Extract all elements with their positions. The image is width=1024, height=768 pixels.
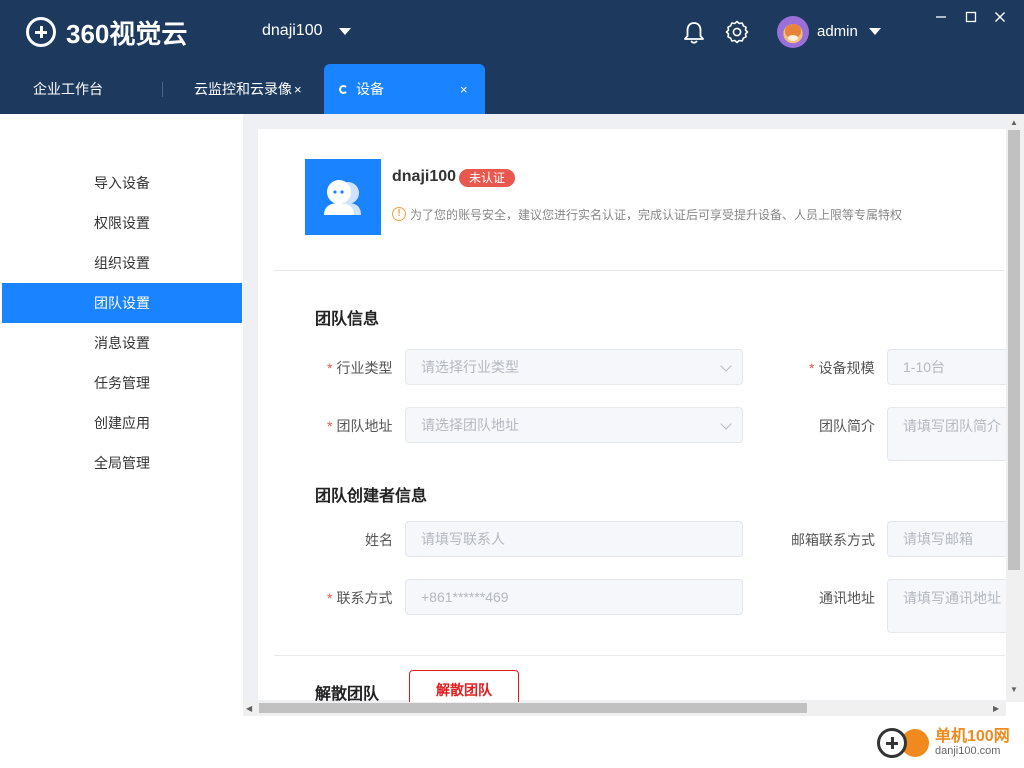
user-name[interactable]: admin: [817, 23, 858, 40]
maximize-button[interactable]: [962, 8, 980, 26]
gear-icon[interactable]: [725, 20, 749, 44]
scale-label: * 设备规模: [809, 360, 875, 376]
org-name: dnaji100: [262, 22, 323, 39]
sidebar-item-global[interactable]: 全局管理: [2, 443, 242, 483]
tab-workbench[interactable]: 企业工作台: [33, 64, 103, 114]
close-icon: [995, 12, 1005, 22]
sidebar-item-label: 全局管理: [94, 455, 150, 471]
user-avatar[interactable]: [777, 16, 809, 48]
email-label: 邮箱联系方式: [791, 532, 875, 548]
intro-textarea[interactable]: 请填写团队简介: [887, 407, 1017, 461]
sidebar-item-label: 导入设备: [94, 175, 150, 191]
title-bar: 360视觉云 dnaji100 admin: [0, 0, 1024, 64]
sidebar-item-label: 权限设置: [94, 215, 150, 231]
industry-label: * 行业类型: [327, 360, 393, 376]
scroll-left-arrow-icon[interactable]: ◀: [246, 704, 252, 713]
section-title-creator-info: 团队创建者信息: [315, 488, 428, 505]
tab-cloud-monitor[interactable]: 云监控和云录像 ×: [194, 64, 302, 114]
tab-close-icon[interactable]: ×: [294, 82, 302, 97]
tab-devices[interactable]: 设备 ×: [324, 64, 485, 114]
verify-tip: 为了您的账号安全，建议您进行实名认证，完成认证后可享受提升设备、人员上限等专属特…: [410, 208, 903, 222]
sidebar-item-tasks[interactable]: 任务管理: [2, 363, 242, 403]
industry-select[interactable]: 请选择行业类型: [405, 349, 743, 385]
sidebar-item-team-settings[interactable]: 团队设置: [2, 283, 242, 323]
team-avatar: [305, 159, 381, 235]
phone-label: * 联系方式: [327, 590, 393, 606]
sidebar-item-label: 创建应用: [94, 415, 150, 431]
watermark-site-name: 单机100网: [935, 727, 1010, 745]
mail-address-label: 通讯地址: [819, 590, 875, 606]
warning-icon: !: [392, 207, 406, 221]
chevron-down-icon: [720, 418, 732, 430]
close-window-button[interactable]: [991, 8, 1009, 26]
sidebar-item-label: 组织设置: [94, 255, 150, 271]
chevron-down-icon: [720, 360, 732, 372]
tab-label: 企业工作台: [33, 81, 103, 97]
divider: [274, 270, 1005, 271]
team-name: dnaji100: [392, 168, 457, 185]
maximize-icon: [965, 11, 977, 23]
minimize-button[interactable]: [932, 8, 950, 26]
status-badge: 未认证: [459, 169, 516, 187]
scale-select[interactable]: 1-10台: [887, 349, 1017, 385]
tab-label: 设备: [356, 81, 384, 97]
email-input[interactable]: 请填写邮箱: [887, 521, 1017, 557]
team-icon: [324, 180, 361, 215]
tab-bar: 企业工作台 云监控和云录像 × 设备 ×: [0, 64, 1024, 114]
bell-icon[interactable]: [683, 21, 705, 45]
horizontal-scroll-thumb[interactable]: [259, 703, 807, 713]
intro-label: 团队简介: [819, 418, 875, 434]
sidebar-item-label: 团队设置: [94, 295, 150, 311]
scroll-up-arrow-icon[interactable]: ▲: [1010, 118, 1018, 127]
chevron-down-icon: [338, 27, 351, 35]
logo-text: 360视觉云: [66, 18, 188, 49]
divider: [274, 655, 1005, 656]
watermark-logo: 单机100网 danji100.com: [877, 728, 1010, 758]
sidebar-item-create-app[interactable]: 创建应用: [2, 403, 242, 443]
contact-name-input[interactable]: 请填写联系人: [405, 521, 743, 557]
sidebar: 导入设备 权限设置 组织设置 团队设置 消息设置 任务管理 创建应用 全局管理: [2, 114, 242, 716]
scroll-right-arrow-icon[interactable]: ▶: [993, 704, 999, 713]
mail-address-textarea[interactable]: 请填写通讯地址: [887, 579, 1017, 633]
address-select[interactable]: 请选择团队地址: [405, 407, 743, 443]
tab-close-icon[interactable]: ×: [460, 82, 468, 97]
sidebar-item-messages[interactable]: 消息设置: [2, 323, 242, 363]
tab-label: 云监控和云录像: [194, 81, 292, 97]
sidebar-item-organization[interactable]: 组织设置: [2, 243, 242, 283]
sidebar-item-permissions[interactable]: 权限设置: [2, 203, 242, 243]
address-label: * 团队地址: [327, 418, 393, 434]
sidebar-item-import-device[interactable]: 导入设备: [2, 163, 242, 203]
logo-mark-icon: [26, 17, 56, 47]
vertical-scroll-thumb[interactable]: [1008, 130, 1020, 570]
scroll-down-arrow-icon[interactable]: ▼: [1010, 685, 1018, 694]
minimize-icon: [936, 16, 946, 18]
watermark-url: danji100.com: [935, 744, 1001, 757]
watermark-plus-icon: [877, 728, 907, 758]
user-menu-chevron-icon[interactable]: [869, 28, 881, 35]
window-footer: [0, 716, 1024, 768]
section-title-dissolve: 解散团队: [315, 686, 380, 703]
tab-divider: [162, 82, 163, 97]
phone-input[interactable]: +861******469: [405, 579, 743, 615]
section-title-team-info: 团队信息: [315, 311, 380, 328]
refresh-icon[interactable]: [339, 84, 348, 94]
sidebar-item-label: 任务管理: [94, 375, 150, 391]
org-selector[interactable]: dnaji100: [262, 22, 351, 40]
name-label: 姓名: [365, 532, 393, 548]
app-logo: 360视觉云: [26, 16, 188, 49]
sidebar-item-label: 消息设置: [94, 335, 150, 351]
